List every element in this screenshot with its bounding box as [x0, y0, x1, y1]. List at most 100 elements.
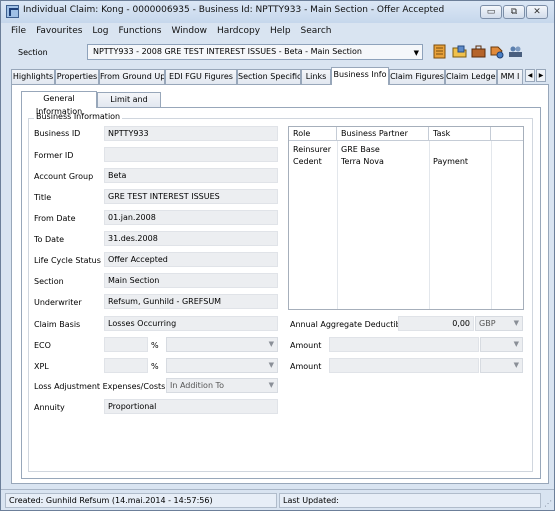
- column-header-business-partner[interactable]: Business Partner: [337, 127, 429, 141]
- menu-favourites[interactable]: Favourites: [36, 23, 82, 39]
- restore-button[interactable]: ⧉: [503, 5, 525, 19]
- to-date-field[interactable]: 31.des.2008: [104, 231, 278, 246]
- section-bar: Section NPTTY933 - 2008 GRE TEST INTERES…: [1, 39, 554, 65]
- chevron-down-icon: ▼: [513, 340, 519, 348]
- menu-functions[interactable]: Functions: [119, 23, 162, 39]
- currency-dropdown[interactable]: GBP ▼: [475, 316, 523, 331]
- status-created: Created: Gunhild Refsum (14.mai.2014 - 1…: [5, 493, 277, 508]
- to-date-label: To Date: [34, 235, 65, 244]
- column-header-task[interactable]: Task: [429, 127, 491, 141]
- table-row-2-role[interactable]: Cedent: [289, 157, 322, 166]
- amount-1-field[interactable]: [329, 337, 479, 352]
- users-icon[interactable]: [508, 44, 523, 59]
- chevron-down-icon: ▼: [413, 49, 419, 57]
- underwriter-label: Underwriter: [34, 298, 82, 307]
- menu-file[interactable]: File: [11, 23, 26, 39]
- annuity-field[interactable]: Proportional: [104, 399, 278, 414]
- tab-section-specific[interactable]: Section Specific: [237, 69, 301, 84]
- window-title: Individual Claim: Kong - 0000006935 - Bu…: [23, 5, 445, 15]
- xpl-percent-label: %: [151, 362, 159, 371]
- from-date-field[interactable]: 01.jan.2008: [104, 210, 278, 225]
- column-header-role[interactable]: Role: [289, 127, 337, 141]
- table-row-2-partner[interactable]: Terra Nova: [337, 157, 384, 166]
- loss-adjustment-dropdown[interactable]: In Addition To ▼: [166, 378, 278, 393]
- subtab-general-information[interactable]: General Information: [21, 91, 97, 116]
- tab-scroll-left-icon[interactable]: ◀: [525, 69, 535, 82]
- section-select[interactable]: NPTTY933 - 2008 GRE TEST INTEREST ISSUES…: [87, 44, 423, 60]
- amount-1-currency-dropdown[interactable]: ▼: [480, 337, 523, 352]
- business-id-label: Business ID: [34, 129, 81, 138]
- account-group-field[interactable]: Beta: [104, 168, 278, 183]
- currency-value: GBP: [479, 319, 496, 328]
- menu-bar: File Favourites Log Functions Window Har…: [1, 23, 554, 39]
- tab-highlights[interactable]: Highlights: [11, 69, 55, 84]
- underwriter-field[interactable]: Refsum, Gunhild - GREFSUM: [104, 294, 278, 309]
- table-row-1-partner[interactable]: GRE Base: [337, 145, 380, 154]
- tab-links[interactable]: Links: [301, 69, 331, 84]
- amount-2-currency-dropdown[interactable]: ▼: [480, 358, 523, 373]
- chevron-down-icon: ▼: [268, 381, 274, 389]
- former-id-label: Former ID: [34, 151, 74, 160]
- tab-properties[interactable]: Properties: [55, 69, 99, 84]
- tab-scroll-right-icon[interactable]: ▶: [536, 69, 546, 82]
- title-field[interactable]: GRE TEST INTEREST ISSUES: [104, 189, 278, 204]
- claim-basis-label: Claim Basis: [34, 320, 81, 329]
- title-label: Title: [34, 193, 52, 202]
- xpl-field[interactable]: [104, 358, 148, 373]
- section-label: Section: [18, 48, 48, 57]
- tab-business-info[interactable]: Business Info: [331, 67, 389, 85]
- business-partners-table: Role Business Partner Task Reinsurer GRE…: [288, 126, 524, 310]
- briefcase-icon[interactable]: [471, 44, 486, 59]
- tag-icon[interactable]: [489, 44, 504, 59]
- loss-adjustment-value: In Addition To: [170, 381, 224, 390]
- tab-claim-figures[interactable]: Claim Figures: [389, 69, 445, 84]
- close-button[interactable]: ✕: [526, 5, 548, 19]
- section-field-label: Section: [34, 277, 64, 286]
- life-cycle-status-field[interactable]: Offer Accepted: [104, 252, 278, 267]
- subtab-limit-and-share[interactable]: Limit and Share: [97, 92, 161, 117]
- xpl-label: XPL: [34, 362, 49, 371]
- section-field[interactable]: Main Section: [104, 273, 278, 288]
- xpl-dropdown[interactable]: ▼: [166, 358, 278, 373]
- column-divider: [429, 141, 430, 309]
- section-select-value: NPTTY933 - 2008 GRE TEST INTEREST ISSUES…: [93, 47, 362, 56]
- amount-2-label: Amount: [290, 362, 322, 371]
- eco-dropdown[interactable]: ▼: [166, 337, 278, 352]
- amount-2-field[interactable]: [329, 358, 479, 373]
- from-date-label: From Date: [34, 214, 76, 223]
- tab-edi-fgu-figures[interactable]: EDI FGU Figures: [165, 69, 237, 84]
- menu-window[interactable]: Window: [171, 23, 207, 39]
- column-divider: [491, 141, 492, 309]
- annual-aggregate-deductible-label: Annual Aggregate Deductible: [290, 320, 408, 329]
- menu-log[interactable]: Log: [92, 23, 108, 39]
- amount-1-label: Amount: [290, 341, 322, 350]
- menu-help[interactable]: Help: [270, 23, 291, 39]
- open-folder-icon[interactable]: [452, 44, 467, 59]
- column-divider: [337, 141, 338, 309]
- tab-mm[interactable]: MM I: [497, 69, 523, 84]
- chevron-down-icon: ▼: [268, 340, 274, 348]
- tab-claim-ledger[interactable]: Claim Ledger: [445, 69, 497, 84]
- former-id-field[interactable]: [104, 147, 278, 162]
- table-row-1-role[interactable]: Reinsurer: [289, 145, 331, 154]
- status-bar: Created: Gunhild Refsum (14.mai.2014 - 1…: [1, 489, 554, 510]
- tab-from-ground-up[interactable]: From Ground Up: [99, 69, 165, 84]
- title-bar: Individual Claim: Kong - 0000006935 - Bu…: [1, 1, 554, 23]
- table-row-2-task[interactable]: Payment: [429, 157, 468, 166]
- chevron-down-icon: ▼: [268, 361, 274, 369]
- life-cycle-status-label: Life Cycle Status: [34, 256, 101, 265]
- annual-aggregate-deductible-field[interactable]: 0,00: [398, 316, 474, 331]
- notebook-icon[interactable]: [432, 44, 447, 59]
- claim-basis-field[interactable]: Losses Occurring: [104, 316, 278, 331]
- eco-percent-label: %: [151, 341, 159, 350]
- menu-hardcopy[interactable]: Hardcopy: [217, 23, 260, 39]
- application-window: Individual Claim: Kong - 0000006935 - Bu…: [0, 0, 555, 511]
- eco-field[interactable]: [104, 337, 148, 352]
- resize-grip-icon[interactable]: ⋰: [544, 499, 552, 508]
- business-id-field[interactable]: NPTTY933: [104, 126, 278, 141]
- minimize-button[interactable]: ▭: [480, 5, 502, 19]
- status-last-updated: Last Updated:: [279, 493, 541, 508]
- app-icon: [6, 5, 19, 18]
- menu-search[interactable]: Search: [301, 23, 332, 39]
- eco-label: ECO: [34, 341, 51, 350]
